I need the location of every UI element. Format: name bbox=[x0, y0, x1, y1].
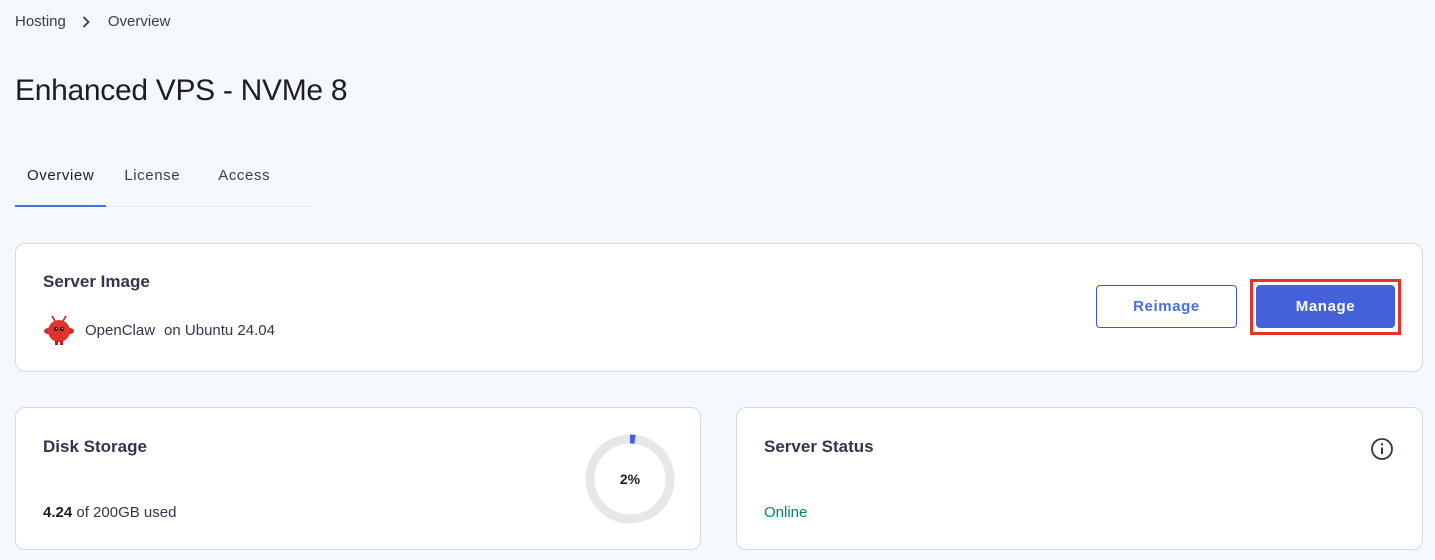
disk-storage-card: Disk Storage 4.24 of 200GB used 2% bbox=[15, 407, 701, 550]
page-title: Enhanced VPS - NVMe 8 bbox=[15, 74, 348, 107]
disk-total-text: of 200GB used bbox=[76, 504, 177, 521]
server-status-title: Server Status bbox=[764, 437, 874, 456]
breadcrumb-hosting[interactable]: Hosting bbox=[15, 13, 66, 30]
server-status-value: Online bbox=[764, 504, 808, 521]
reimage-button[interactable]: Reimage bbox=[1096, 285, 1237, 328]
tab-bar: Overview License Access bbox=[15, 158, 312, 207]
disk-used-value: 4.24 bbox=[43, 504, 73, 521]
server-status-card: Server Status Online bbox=[736, 407, 1423, 550]
tab-license[interactable]: License bbox=[124, 158, 180, 206]
manage-button[interactable]: Manage bbox=[1256, 285, 1395, 328]
os-info: OpenClaw on Ubuntu 24.04 bbox=[43, 314, 275, 346]
server-image-card: Server Image OpenClaw on Ubuntu 24.04 Re… bbox=[15, 243, 1423, 372]
os-version: on Ubuntu 24.04 bbox=[164, 321, 275, 339]
openclaw-logo-icon bbox=[43, 314, 75, 346]
tab-access[interactable]: Access bbox=[218, 158, 270, 206]
disk-storage-title: Disk Storage bbox=[43, 437, 147, 456]
chevron-right-icon bbox=[82, 15, 90, 28]
disk-percent-label: 2% bbox=[619, 471, 641, 487]
server-image-title: Server Image bbox=[43, 272, 150, 291]
os-app-name: OpenClaw bbox=[85, 321, 156, 339]
tab-overview[interactable]: Overview bbox=[15, 158, 107, 207]
breadcrumb: Hosting Overview bbox=[15, 13, 170, 30]
info-icon[interactable] bbox=[1370, 437, 1394, 461]
breadcrumb-overview: Overview bbox=[107, 13, 171, 30]
disk-usage: 4.24 of 200GB used bbox=[43, 504, 176, 521]
